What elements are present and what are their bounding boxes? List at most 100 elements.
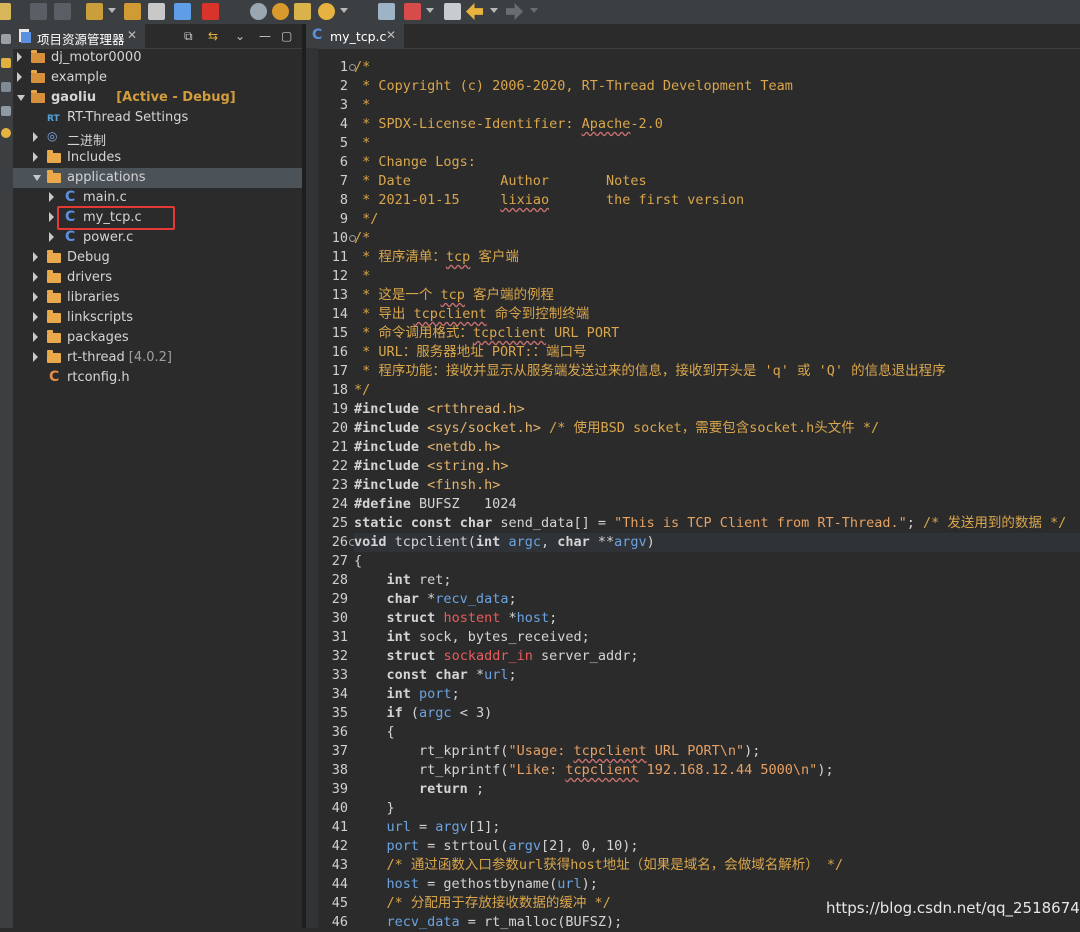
code-line[interactable]: #define BUFSZ 1024 xyxy=(354,495,517,514)
code-line[interactable]: struct sockaddr_in server_addr; xyxy=(354,647,639,666)
code-line[interactable]: * URL：服务器地址 PORT:：端口号 xyxy=(354,343,586,362)
tab-project-explorer[interactable]: 项目资源管理器 ✕ xyxy=(13,24,145,48)
code-line[interactable]: */ xyxy=(354,210,378,229)
build-icon[interactable] xyxy=(86,3,103,20)
maximize-icon[interactable]: ▢ xyxy=(281,29,292,43)
back-dropdown-icon[interactable] xyxy=(490,8,498,13)
code-line[interactable]: rt_kprintf("Like: tcpclient 192.168.12.4… xyxy=(354,761,834,780)
save-icon[interactable] xyxy=(30,3,47,20)
chevron-right-icon[interactable] xyxy=(33,272,38,282)
code-line[interactable]: /* 分配用于存放接收数据的缓冲 */ xyxy=(354,894,611,913)
download-dropdown-icon[interactable] xyxy=(426,8,434,13)
outline-icon[interactable] xyxy=(1,82,11,92)
code-line[interactable]: } xyxy=(354,799,395,818)
new-file-icon[interactable] xyxy=(0,3,11,20)
code-line[interactable]: #include <string.h> xyxy=(354,457,508,476)
code-line[interactable]: * 程序清单：tcp 客户端 xyxy=(354,248,519,267)
code-line[interactable]: */ xyxy=(354,381,370,400)
chevron-right-icon[interactable] xyxy=(17,52,22,62)
code-line[interactable]: url = argv[1]; xyxy=(354,818,501,837)
forward-dropdown-icon[interactable] xyxy=(530,8,538,13)
tools-icon[interactable] xyxy=(148,3,165,20)
chevron-right-icon[interactable] xyxy=(33,252,38,262)
tree-item-rtconfig-h[interactable]: Crtconfig.h xyxy=(13,368,302,388)
view-menu-icon[interactable]: ⌄ xyxy=(235,29,245,43)
tree-item-rt-thread-settings[interactable]: RT RT-Thread Settings xyxy=(13,108,302,128)
minimize-icon[interactable]: — xyxy=(259,29,271,43)
chevron-right-icon[interactable] xyxy=(17,72,22,82)
code-line[interactable]: * 命令调用格式：tcpclient URL PORT xyxy=(354,324,619,343)
bookmarks-icon[interactable] xyxy=(1,58,11,68)
export-icon[interactable] xyxy=(294,3,311,20)
project-view-icon[interactable] xyxy=(1,34,11,44)
chevron-right-icon[interactable] xyxy=(33,332,38,342)
code-line[interactable]: char *recv_data; xyxy=(354,590,517,609)
close-icon[interactable]: ✕ xyxy=(386,28,396,42)
debug-config-icon[interactable] xyxy=(124,3,141,20)
settings-icon[interactable] xyxy=(250,3,267,20)
code-line[interactable]: * SPDX-License-Identifier: Apache-2.0 xyxy=(354,115,663,134)
search-view-icon[interactable] xyxy=(1,128,11,138)
code-line[interactable]: /* xyxy=(354,58,370,77)
tree-item-packages[interactable]: packages xyxy=(13,328,302,348)
code-line[interactable]: { xyxy=(354,552,362,571)
tree-item-linkscripts[interactable]: linkscripts xyxy=(13,308,302,328)
chevron-right-icon[interactable] xyxy=(33,132,38,142)
tree-item-example[interactable]: example xyxy=(13,68,302,88)
code-line[interactable]: * Change Logs: xyxy=(354,153,476,172)
code-line[interactable]: recv_data = rt_malloc(BUFSZ); xyxy=(354,913,623,932)
terminal-icon[interactable] xyxy=(174,3,191,20)
code-line[interactable]: * xyxy=(354,134,370,153)
code-line[interactable]: /* 通过函数入口参数url获得host地址（如果是域名，会做域名解析） */ xyxy=(354,856,844,875)
code-line[interactable]: * 程序功能：接收并显示从服务端发送过来的信息，接收到开头是 'q' 或 'Q'… xyxy=(354,362,946,381)
code-line[interactable]: const char *url; xyxy=(354,666,517,685)
code-line[interactable]: * Date Author Notes xyxy=(354,172,646,191)
back-icon[interactable] xyxy=(466,3,483,20)
tree-item-main-c[interactable]: Cmain.c xyxy=(13,188,302,208)
chevron-right-icon[interactable] xyxy=(49,192,54,202)
code-line[interactable]: int port; xyxy=(354,685,460,704)
code-line[interactable]: int sock, bytes_received; xyxy=(354,628,590,647)
code-line[interactable]: * 这是一个 tcp 客户端的例程 xyxy=(354,286,554,305)
tree-item-rt-thread[interactable]: rt-thread [4.0.2] xyxy=(13,348,302,368)
tab-my-tcp-c[interactable]: C my_tcp.c ✕ xyxy=(306,24,404,48)
code-line[interactable]: if (argc < 3) xyxy=(354,704,493,723)
chevron-right-icon[interactable] xyxy=(33,352,38,362)
save-all-icon[interactable] xyxy=(54,3,71,20)
code-line[interactable]: * xyxy=(354,96,370,115)
collapse-all-icon[interactable]: ⧉ xyxy=(184,29,193,44)
chevron-right-icon[interactable] xyxy=(49,232,54,242)
tree-item-libraries[interactable]: libraries xyxy=(13,288,302,308)
stop-icon[interactable] xyxy=(202,3,219,20)
console-icon[interactable] xyxy=(1,106,11,116)
code-line[interactable]: /* xyxy=(354,229,370,248)
code-line[interactable]: void tcpclient(int argc, char **argv) xyxy=(354,533,1080,552)
code-line[interactable]: static const char send_data[] = "This is… xyxy=(354,514,1066,533)
code-line[interactable]: #include <finsh.h> xyxy=(354,476,500,495)
code-line[interactable]: * Copyright (c) 2006-2020, RT-Thread Dev… xyxy=(354,77,793,96)
code-line[interactable]: * 2021-01-15 lixiao the first version xyxy=(354,191,744,210)
debug-icon[interactable] xyxy=(272,3,289,20)
code-line[interactable]: int ret; xyxy=(354,571,452,590)
tree-item-[interactable]: ◎ 二进制 xyxy=(13,128,302,149)
open-file-icon[interactable] xyxy=(444,3,461,20)
tree-item-gaoliu[interactable]: gaoliu [Active - Debug] xyxy=(13,88,302,108)
tree-item-debug[interactable]: Debug xyxy=(13,248,302,268)
code-area[interactable]: /* * Copyright (c) 2006-2020, RT-Thread … xyxy=(354,48,1080,930)
code-line[interactable]: * xyxy=(354,267,370,286)
chevron-down-icon[interactable] xyxy=(33,175,41,181)
download-icon[interactable] xyxy=(404,3,421,20)
tree-item-dj-motor0000[interactable]: dj_motor0000 xyxy=(13,48,302,68)
code-line[interactable]: { xyxy=(354,723,395,742)
tree-item-power-c[interactable]: Cpower.c xyxy=(13,228,302,248)
tree-item-includes[interactable]: Includes xyxy=(13,148,302,168)
code-line[interactable]: #include <rtthread.h> xyxy=(354,400,525,419)
tree-item-applications[interactable]: applications xyxy=(13,168,302,188)
code-line[interactable]: #include <netdb.h> xyxy=(354,438,500,457)
sdk-icon[interactable] xyxy=(378,3,395,20)
forward-icon[interactable] xyxy=(506,3,523,20)
code-line[interactable]: struct hostent *host; xyxy=(354,609,558,628)
chevron-down-icon[interactable] xyxy=(17,95,25,101)
link-editor-icon[interactable]: ⇆ xyxy=(208,29,218,43)
code-line[interactable]: port = strtoul(argv[2], 0, 10); xyxy=(354,837,639,856)
